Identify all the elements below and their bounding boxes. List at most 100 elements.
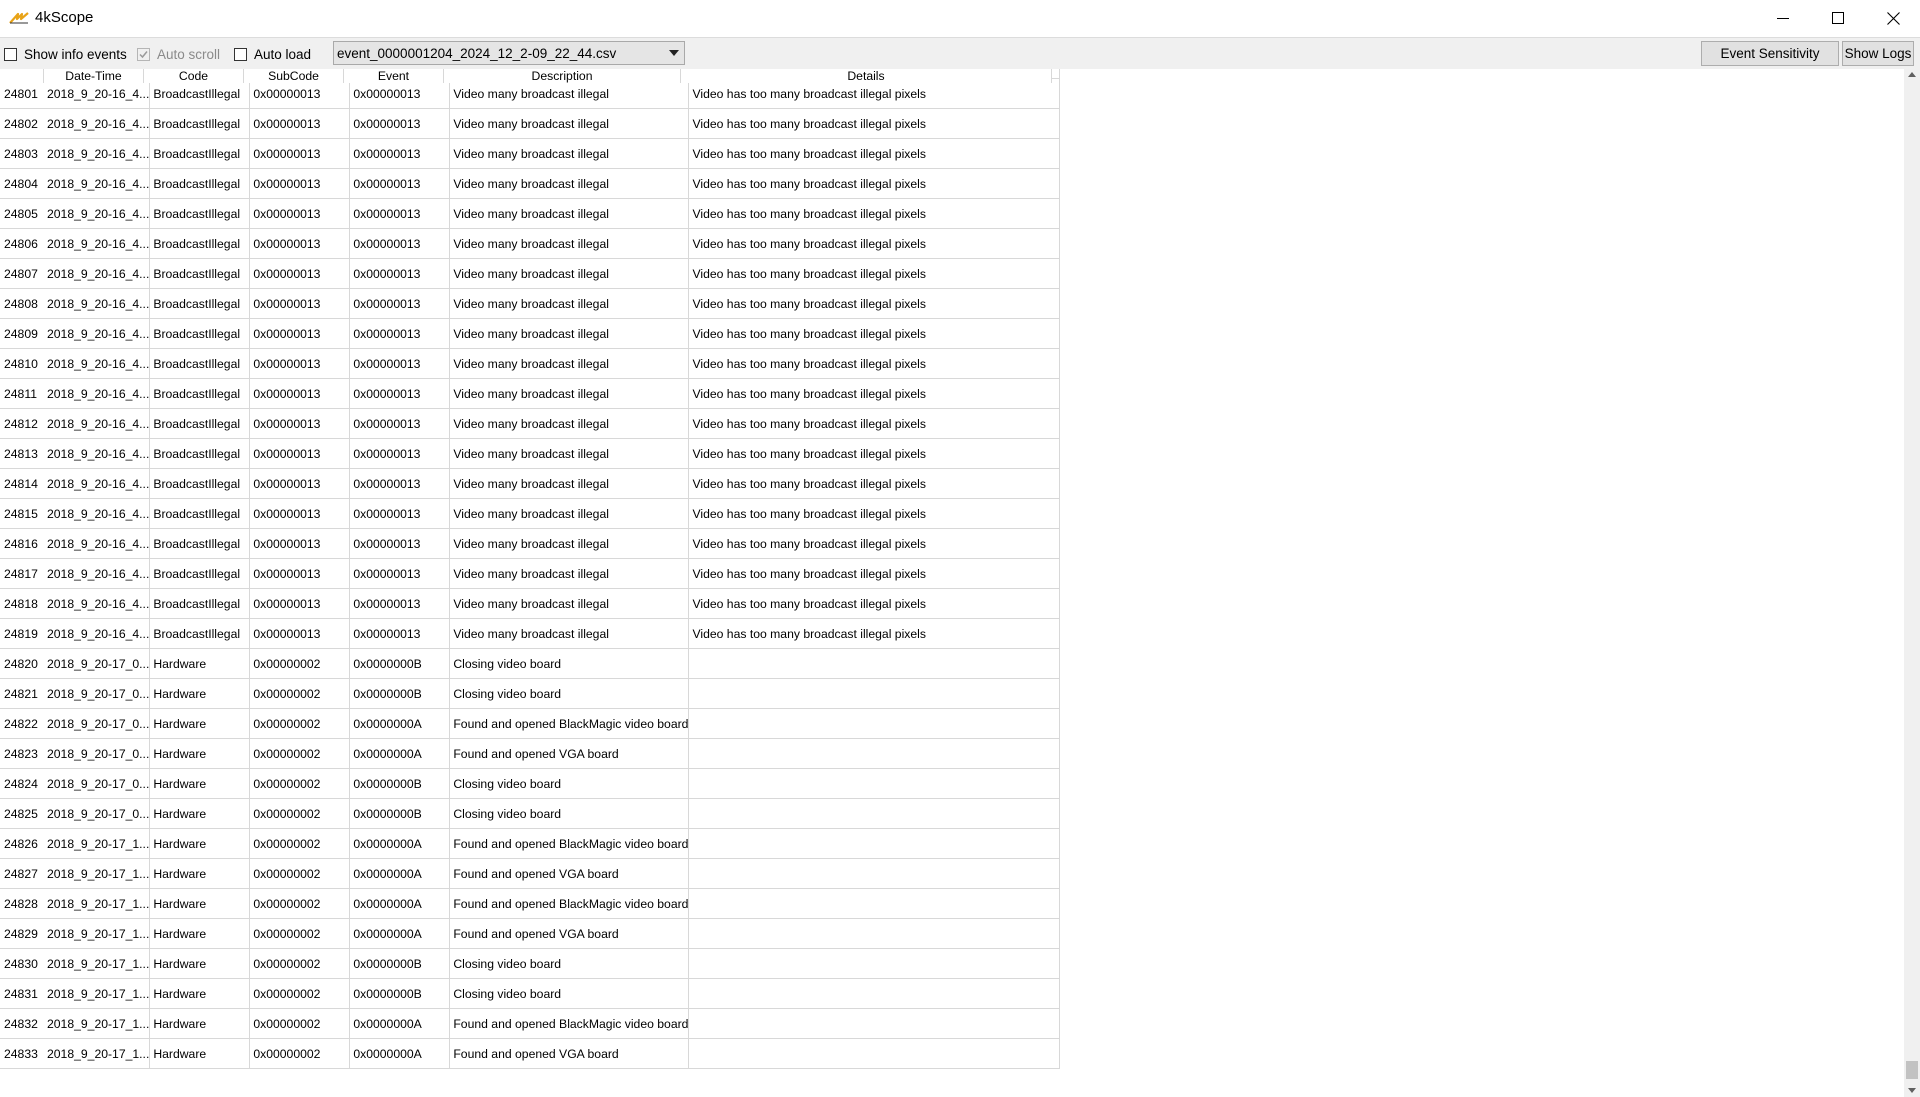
subcode-cell: 0x00000013: [249, 348, 351, 379]
description-cell: Found and opened VGA board: [449, 918, 690, 949]
details-cell: [688, 888, 1061, 919]
column-description-header[interactable]: Description: [444, 69, 681, 83]
column-code-header[interactable]: Code: [144, 69, 244, 83]
description-cell: Video many broadcast illegal: [449, 138, 690, 169]
table-row[interactable]: 24824 2018_9_20-17_0... Hardware 0x00000002…: [0, 768, 1061, 799]
show-logs-button[interactable]: Show Logs: [1842, 41, 1914, 66]
row-number: 24812: [0, 408, 44, 439]
event-cell: 0x00000013: [349, 78, 451, 109]
table-row[interactable]: 24833 2018_9_20-17_1... Hardware 0x00000002…: [0, 1038, 1061, 1069]
row-number: 24811: [0, 378, 44, 409]
event-file-select[interactable]: event_0000001204_2024_12_2-09_22_44.csv: [333, 41, 685, 65]
close-button[interactable]: [1866, 0, 1920, 36]
event-cell: 0x0000000A: [349, 918, 451, 949]
table-row[interactable]: 24817 2018_9_20-16_4... BroadcastIllegal 0x…: [0, 558, 1061, 589]
subcode-cell: 0x00000013: [249, 558, 351, 589]
details-cell: Video has too many broadcast illegal pix…: [688, 108, 1061, 139]
table-row[interactable]: 24801 2018_9_20-16_4... BroadcastIllegal 0x…: [0, 78, 1061, 109]
subcode-cell: 0x00000013: [249, 468, 351, 499]
table-row[interactable]: 24818 2018_9_20-16_4... BroadcastIllegal 0x…: [0, 588, 1061, 619]
code-cell: BroadcastIllegal: [149, 258, 251, 289]
details-cell: [688, 918, 1061, 949]
chevron-down-icon: [669, 50, 679, 56]
table-row[interactable]: 24829 2018_9_20-17_1... Hardware 0x00000002…: [0, 918, 1061, 949]
table-row[interactable]: 24822 2018_9_20-17_0... Hardware 0x00000002…: [0, 708, 1061, 739]
details-cell: Video has too many broadcast illegal pix…: [688, 498, 1061, 529]
table-row[interactable]: 24808 2018_9_20-16_4... BroadcastIllegal 0x…: [0, 288, 1061, 319]
subcode-cell: 0x00000002: [249, 708, 351, 739]
column-subcode-header[interactable]: SubCode: [244, 69, 344, 83]
details-cell: Video has too many broadcast illegal pix…: [688, 348, 1061, 379]
datetime-cell: 2018_9_20-17_0...: [44, 648, 151, 679]
subcode-cell: 0x00000013: [249, 198, 351, 229]
close-icon: [1886, 11, 1900, 25]
code-cell: Hardware: [149, 1038, 251, 1069]
scroll-up-arrow-icon[interactable]: [1908, 72, 1916, 77]
table-row[interactable]: 24831 2018_9_20-17_1... Hardware 0x00000002…: [0, 978, 1061, 1009]
datetime-cell: 2018_9_20-16_4...: [44, 438, 151, 469]
column-datetime-header[interactable]: Date-Time: [44, 69, 144, 83]
datetime-cell: 2018_9_20-16_4...: [44, 618, 151, 649]
row-number: 24818: [0, 588, 44, 619]
event-cell: 0x00000013: [349, 198, 451, 229]
code-cell: BroadcastIllegal: [149, 498, 251, 529]
subcode-cell: 0x00000002: [249, 978, 351, 1009]
minimize-button[interactable]: [1756, 0, 1810, 36]
subcode-cell: 0x00000013: [249, 588, 351, 619]
event-cell: 0x0000000B: [349, 678, 451, 709]
table-row[interactable]: 24807 2018_9_20-16_4... BroadcastIllegal 0x…: [0, 258, 1061, 289]
auto-load-checkbox[interactable]: Auto load: [234, 45, 311, 63]
table-row[interactable]: 24828 2018_9_20-17_1... Hardware 0x00000002…: [0, 888, 1061, 919]
table-row[interactable]: 24819 2018_9_20-16_4... BroadcastIllegal 0x…: [0, 618, 1061, 649]
datetime-cell: 2018_9_20-16_4...: [44, 168, 151, 199]
datetime-cell: 2018_9_20-17_0...: [44, 738, 151, 769]
details-cell: [688, 768, 1061, 799]
table-row[interactable]: 24803 2018_9_20-16_4... BroadcastIllegal 0x…: [0, 138, 1061, 169]
table-row[interactable]: 24804 2018_9_20-16_4... BroadcastIllegal 0x…: [0, 168, 1061, 199]
table-row[interactable]: 24816 2018_9_20-16_4... BroadcastIllegal 0x…: [0, 528, 1061, 559]
table-row[interactable]: 24813 2018_9_20-16_4... BroadcastIllegal 0x…: [0, 438, 1061, 469]
table-row[interactable]: 24809 2018_9_20-16_4... BroadcastIllegal 0x…: [0, 318, 1061, 349]
table-row[interactable]: 24826 2018_9_20-17_1... Hardware 0x00000002…: [0, 828, 1061, 859]
description-cell: Closing video board: [449, 768, 690, 799]
maximize-button[interactable]: [1811, 0, 1865, 36]
table-row[interactable]: 24806 2018_9_20-16_4... BroadcastIllegal 0x…: [0, 228, 1061, 259]
details-cell: Video has too many broadcast illegal pix…: [688, 378, 1061, 409]
column-details-header[interactable]: Details: [681, 69, 1052, 83]
vertical-scrollbar[interactable]: [1904, 69, 1920, 1097]
table-row[interactable]: 24827 2018_9_20-17_1... Hardware 0x00000002…: [0, 858, 1061, 889]
event-cell: 0x00000013: [349, 108, 451, 139]
subcode-cell: 0x00000002: [249, 678, 351, 709]
table-row[interactable]: 24832 2018_9_20-17_1... Hardware 0x00000002…: [0, 1008, 1061, 1039]
table-row[interactable]: 24821 2018_9_20-17_0... Hardware 0x00000002…: [0, 678, 1061, 709]
table-row[interactable]: 24825 2018_9_20-17_0... Hardware 0x00000002…: [0, 798, 1061, 829]
auto-scroll-checkbox[interactable]: Auto scroll: [137, 45, 220, 63]
auto-load-label: Auto load: [254, 46, 312, 62]
event-cell: 0x0000000B: [349, 948, 451, 979]
show-info-events-checkbox[interactable]: Show info events: [4, 45, 127, 63]
column-event-header[interactable]: Event: [344, 69, 444, 83]
row-number: 24806: [0, 228, 44, 259]
details-cell: Video has too many broadcast illegal pix…: [688, 468, 1061, 499]
description-cell: Found and opened BlackMagic video board: [449, 888, 690, 919]
table-row[interactable]: 24812 2018_9_20-16_4... BroadcastIllegal 0x…: [0, 408, 1061, 439]
description-cell: Video many broadcast illegal: [449, 498, 690, 529]
table-row[interactable]: 24810 2018_9_20-16_4... BroadcastIllegal 0x…: [0, 348, 1061, 379]
datetime-cell: 2018_9_20-16_4...: [44, 558, 151, 589]
code-cell: Hardware: [149, 738, 251, 769]
auto-scroll-label: Auto scroll: [157, 46, 221, 62]
table-row[interactable]: 24805 2018_9_20-16_4... BroadcastIllegal 0x…: [0, 198, 1061, 229]
subcode-cell: 0x00000013: [249, 498, 351, 529]
datetime-cell: 2018_9_20-17_1...: [44, 858, 151, 889]
table-row[interactable]: 24814 2018_9_20-16_4... BroadcastIllegal 0x…: [0, 468, 1061, 499]
table-row[interactable]: 24811 2018_9_20-16_4... BroadcastIllegal 0x…: [0, 378, 1061, 409]
event-sensitivity-button[interactable]: Event Sensitivity: [1701, 41, 1839, 66]
table-row[interactable]: 24815 2018_9_20-16_4... BroadcastIllegal 0x…: [0, 498, 1061, 529]
column-rownum-header[interactable]: [0, 69, 44, 83]
scrollbar-thumb[interactable]: [1906, 1061, 1918, 1079]
table-row[interactable]: 24830 2018_9_20-17_1... Hardware 0x00000002…: [0, 948, 1061, 979]
table-row[interactable]: 24820 2018_9_20-17_0... Hardware 0x00000002…: [0, 648, 1061, 679]
table-row[interactable]: 24802 2018_9_20-16_4... BroadcastIllegal 0x…: [0, 108, 1061, 139]
scroll-down-arrow-icon[interactable]: [1908, 1088, 1916, 1093]
table-row[interactable]: 24823 2018_9_20-17_0... Hardware 0x00000002…: [0, 738, 1061, 769]
